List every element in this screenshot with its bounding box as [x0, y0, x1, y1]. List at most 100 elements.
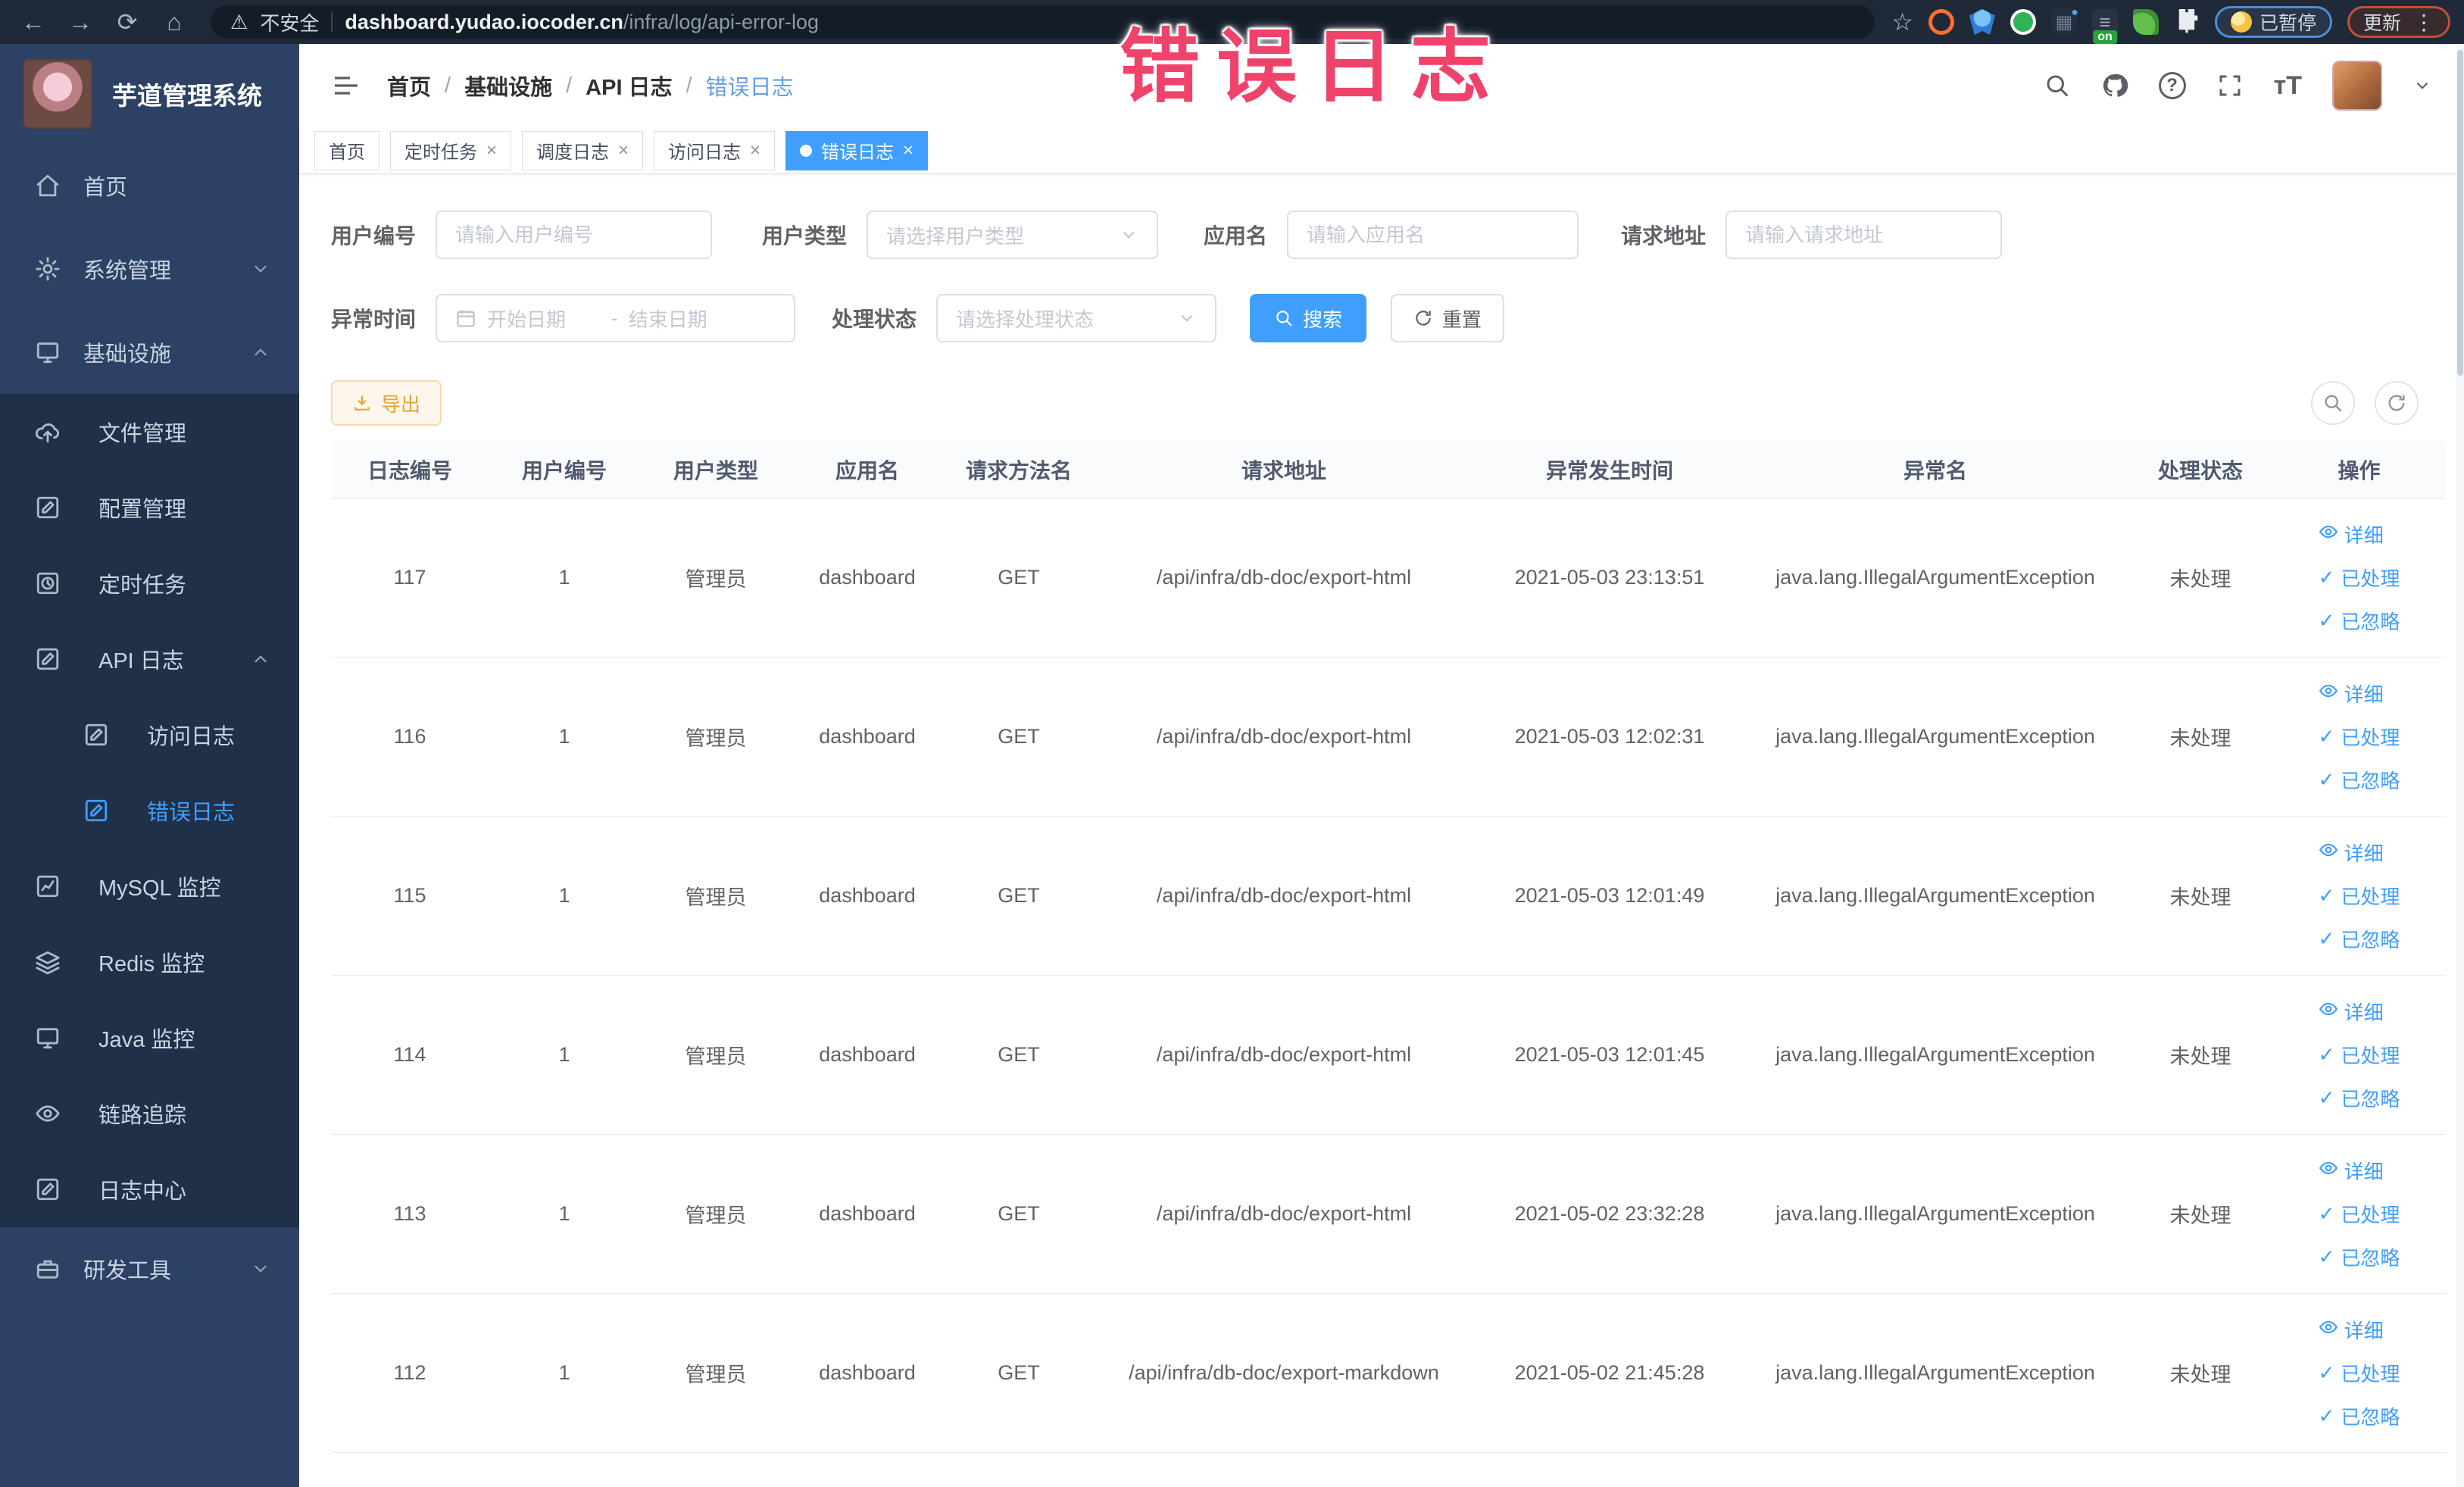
sidebar-item-3[interactable]: 文件管理 — [0, 394, 299, 470]
action-详细[interactable]: 详细 — [2319, 1316, 2384, 1344]
address-bar[interactable]: ⚠ 不安全 dashboard.yudao.iocoder.cn/infra/l… — [211, 5, 1875, 39]
font-size-icon[interactable]: ᴛT — [2274, 71, 2302, 101]
column-header: 处理状态 — [2157, 458, 2243, 483]
scrollbar[interactable] — [2456, 44, 2464, 1487]
action-已处理[interactable]: ✓ 已处理 — [2319, 1200, 2400, 1228]
user-type-select[interactable]: 请选择用户类型 — [867, 211, 1159, 259]
close-icon[interactable]: × — [903, 141, 913, 160]
sidebar-item-label: 定时任务 — [98, 573, 187, 598]
table-toolbar: 导出 — [331, 380, 2446, 426]
table-cell: java.lang.IllegalArgumentException — [1775, 566, 2095, 589]
breadcrumb-item[interactable]: 首页 — [387, 70, 431, 102]
action-已忽略[interactable]: ✓ 已忽略 — [2319, 1084, 2400, 1112]
action-已处理[interactable]: ✓ 已处理 — [2319, 723, 2400, 751]
emoji-face-icon — [2230, 11, 2252, 33]
sidebar-item-6[interactable]: API 日志 — [0, 621, 299, 697]
green-check-extension-icon[interactable] — [2010, 9, 2036, 35]
header-actions: ? ᴛT — [2044, 61, 2432, 111]
action-详细[interactable]: 详细 — [2319, 839, 2384, 867]
sidebar-item-5[interactable]: 定时任务 — [0, 545, 299, 621]
action-已忽略[interactable]: ✓ 已忽略 — [2319, 607, 2400, 635]
start-date-placeholder[interactable]: 开始日期 — [487, 305, 601, 333]
action-详细[interactable]: 详细 — [2319, 998, 2384, 1026]
avatar[interactable] — [2332, 61, 2382, 111]
tag-4[interactable]: 错误日志 × — [785, 130, 929, 170]
action-详细[interactable]: 详细 — [2319, 1157, 2384, 1185]
sidebar-item-13[interactable]: 日志中心 — [0, 1151, 299, 1227]
breadcrumb-item[interactable]: 基础设施 — [464, 70, 552, 102]
action-已忽略[interactable]: ✓ 已忽略 — [2319, 766, 2400, 794]
grid-extension-icon[interactable] — [2050, 6, 2078, 35]
close-icon[interactable]: × — [486, 141, 497, 160]
search-button[interactable]: 搜索 — [1250, 294, 1367, 342]
logo-row[interactable]: 芋道管理系统 — [0, 44, 299, 144]
refresh-button[interactable] — [2375, 381, 2419, 425]
help-icon[interactable]: ? — [2158, 72, 2186, 99]
action-详细[interactable]: 详细 — [2319, 520, 2384, 548]
back-icon[interactable]: ← — [14, 5, 53, 39]
paused-badge[interactable]: 已暂停 — [2214, 6, 2332, 38]
blue-shield-extension-icon[interactable] — [1969, 9, 1995, 35]
update-button[interactable]: 更新 ⋮ — [2347, 6, 2450, 38]
sidebar-item-1[interactable]: 系统管理 — [0, 227, 299, 311]
export-button[interactable]: 导出 — [331, 380, 442, 426]
check-icon: ✓ — [2318, 927, 2335, 950]
process-status-select[interactable]: 请选择处理状态 — [936, 294, 1217, 342]
sidebar-item-7[interactable]: 访问日志 — [0, 697, 299, 773]
reload-icon[interactable]: ⟳ — [108, 5, 147, 39]
orange-ring-extension-icon[interactable] — [1928, 9, 1954, 35]
bookmark-star-icon[interactable]: ☆ — [1891, 8, 1913, 36]
action-已处理[interactable]: ✓ 已处理 — [2319, 882, 2400, 910]
close-icon[interactable]: × — [750, 141, 760, 160]
app-name-input[interactable] — [1287, 211, 1579, 259]
github-icon[interactable] — [2101, 72, 2128, 99]
on-badge-extension-icon[interactable]: on — [2091, 9, 2118, 44]
action-已处理[interactable]: ✓ 已处理 — [2319, 1359, 2400, 1387]
action-已忽略[interactable]: ✓ 已忽略 — [2319, 925, 2400, 953]
sidebar-item-10[interactable]: Redis 监控 — [0, 924, 299, 1000]
chevron-down-icon[interactable] — [2412, 76, 2432, 95]
tag-2[interactable]: 调度日志 × — [522, 130, 644, 170]
breadcrumb-item[interactable]: API 日志 — [586, 70, 672, 102]
home-icon[interactable]: ⌂ — [155, 5, 194, 39]
table-cell: 2021-05-03 12:02:31 — [1514, 725, 1705, 748]
sidebar-item-11[interactable]: Java 监控 — [0, 1000, 299, 1076]
tag-label: 调度日志 — [536, 142, 610, 163]
check-icon: ✓ — [2318, 609, 2335, 632]
action-详细[interactable]: 详细 — [2319, 679, 2384, 708]
tag-1[interactable]: 定时任务 × — [390, 130, 512, 170]
puzzle-extension-icon[interactable] — [2178, 9, 2198, 33]
fullscreen-icon[interactable] — [2216, 72, 2244, 99]
action-已处理[interactable]: ✓ 已处理 — [2319, 1041, 2400, 1069]
sidebar-item-2[interactable]: 基础设施 — [0, 311, 299, 394]
app-name-field[interactable] — [1307, 223, 1560, 247]
sidebar-item-12[interactable]: 链路追踪 — [0, 1076, 299, 1151]
edit-icon — [35, 1176, 61, 1202]
request-url-field[interactable] — [1745, 223, 1983, 247]
action-已处理[interactable]: ✓ 已处理 — [2319, 564, 2400, 592]
action-已忽略[interactable]: ✓ 已忽略 — [2319, 1243, 2400, 1271]
check-icon: ✓ — [2318, 1202, 2335, 1225]
reset-button[interactable]: 重置 — [1391, 294, 1505, 342]
sidebar-item-14[interactable]: 研发工具 — [0, 1227, 299, 1310]
user-id-input[interactable] — [436, 211, 713, 259]
sidebar-item-8[interactable]: 错误日志 — [0, 773, 299, 848]
search-icon[interactable] — [2044, 72, 2071, 99]
close-icon[interactable]: × — [618, 141, 629, 160]
sidebar-item-4[interactable]: 配置管理 — [0, 470, 299, 545]
date-range-picker[interactable]: 开始日期 - 结束日期 — [436, 294, 796, 342]
toggle-search-button[interactable] — [2311, 381, 2355, 425]
hamburger-icon[interactable] — [331, 70, 361, 101]
tag-3[interactable]: 访问日志 × — [654, 130, 776, 170]
sidebar-item-9[interactable]: MySQL 监控 — [0, 848, 299, 924]
sidebar-item-0[interactable]: 首页 — [0, 144, 299, 227]
request-url-input[interactable] — [1725, 211, 2003, 259]
scrollbar-thumb[interactable] — [2457, 50, 2463, 376]
action-已忽略[interactable]: ✓ 已忽略 — [2319, 1402, 2400, 1430]
browser-menu-icon[interactable]: ⋮ — [2413, 10, 2434, 35]
user-id-field[interactable] — [455, 223, 693, 247]
green-leaf-extension-icon[interactable] — [2132, 9, 2159, 35]
forward-icon[interactable]: → — [61, 5, 100, 39]
end-date-placeholder[interactable]: 结束日期 — [629, 305, 742, 333]
tag-0[interactable]: 首页 — [314, 130, 379, 170]
